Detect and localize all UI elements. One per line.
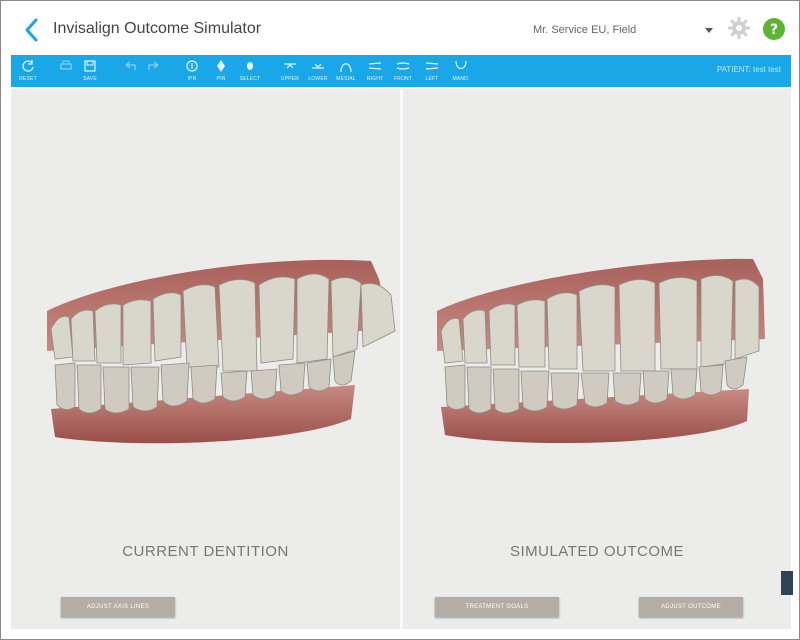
tool-label: PIN — [216, 76, 226, 82]
right-view-icon — [368, 62, 382, 70]
simulated-outcome-panel: SIMULATED OUTCOME TREATMENT GOALS ADJUST… — [403, 89, 791, 629]
mandible-tool[interactable]: MAND. — [446, 57, 476, 85]
toolbar: RESET SAVE IPR PIN SELECT UPPER LOWER ME… — [11, 55, 791, 87]
front-view-tool[interactable]: FRONT — [388, 57, 418, 85]
mesial-tool[interactable]: MESIAL — [331, 57, 361, 85]
side-handle[interactable] — [781, 571, 793, 595]
lower-arch-icon — [312, 63, 324, 69]
tool-label: UPPER — [280, 76, 300, 82]
pin-icon — [217, 60, 225, 72]
printer-icon — [60, 60, 72, 70]
user-name[interactable]: Mr. Service EU, Field — [533, 24, 636, 36]
adjust-outcome-button[interactable]: ADJUST OUTCOME — [639, 597, 743, 617]
svg-text:?: ? — [770, 22, 778, 38]
tool-label: FRONT — [393, 76, 413, 82]
upper-arch-icon — [284, 63, 296, 69]
patient-label: PATIENT: test test — [716, 65, 781, 74]
mesial-icon — [340, 63, 352, 73]
reset-icon — [22, 60, 34, 72]
simulated-outcome-model[interactable] — [403, 239, 791, 449]
simulated-outcome-label: SIMULATED OUTCOME — [509, 543, 685, 560]
chevron-down-icon[interactable] — [702, 23, 716, 37]
current-dentition-model[interactable] — [11, 239, 400, 449]
left-view-tool[interactable]: LEFT — [417, 57, 447, 85]
redo-tool[interactable] — [139, 57, 169, 85]
tool-label: MESIAL — [336, 76, 356, 82]
save-tool[interactable]: SAVE — [75, 57, 105, 85]
back-arrow-icon[interactable] — [21, 17, 43, 43]
app-window: Invisalign Outcome Simulator Mr. Service… — [0, 0, 800, 640]
pin-tool[interactable]: PIN — [206, 57, 236, 85]
ipr-icon — [186, 60, 198, 72]
app-title: Invisalign Outcome Simulator — [53, 20, 262, 37]
left-view-icon — [425, 62, 439, 70]
tool-label: SAVE — [83, 76, 97, 82]
mandible-icon — [455, 60, 467, 70]
treatment-goals-button[interactable]: TREATMENT GOALS — [435, 597, 559, 617]
tool-label: MAND. — [452, 76, 470, 82]
adjust-axis-lines-button[interactable]: ADJUST AXIS LINES — [61, 597, 175, 617]
current-dentition-label: CURRENT DENTITION — [122, 543, 289, 560]
reset-tool[interactable]: RESET — [13, 57, 43, 85]
upper-tool[interactable]: UPPER — [275, 57, 305, 85]
help-icon[interactable]: ? — [762, 17, 786, 41]
right-view-tool[interactable]: RIGHT — [360, 57, 390, 85]
front-view-icon — [396, 62, 410, 70]
tool-label: LEFT — [425, 76, 439, 82]
ipr-tool[interactable]: IPR — [177, 57, 207, 85]
save-icon — [84, 60, 96, 72]
title-bar: Invisalign Outcome Simulator Mr. Service… — [9, 11, 793, 51]
undo-icon — [125, 61, 136, 70]
select-icon — [247, 62, 253, 70]
current-dentition-panel: CURRENT DENTITION ADJUST AXIS LINES — [11, 89, 400, 629]
select-tool[interactable]: SELECT — [235, 57, 265, 85]
tool-label: IPR — [187, 76, 197, 82]
tool-label: LOWER — [308, 76, 328, 82]
lower-tool[interactable]: LOWER — [303, 57, 333, 85]
tool-label: SELECT — [239, 76, 261, 82]
gear-icon[interactable] — [727, 16, 751, 40]
tool-label: RIGHT — [366, 76, 384, 82]
tool-label: RESET — [19, 76, 37, 82]
redo-icon — [148, 61, 159, 70]
